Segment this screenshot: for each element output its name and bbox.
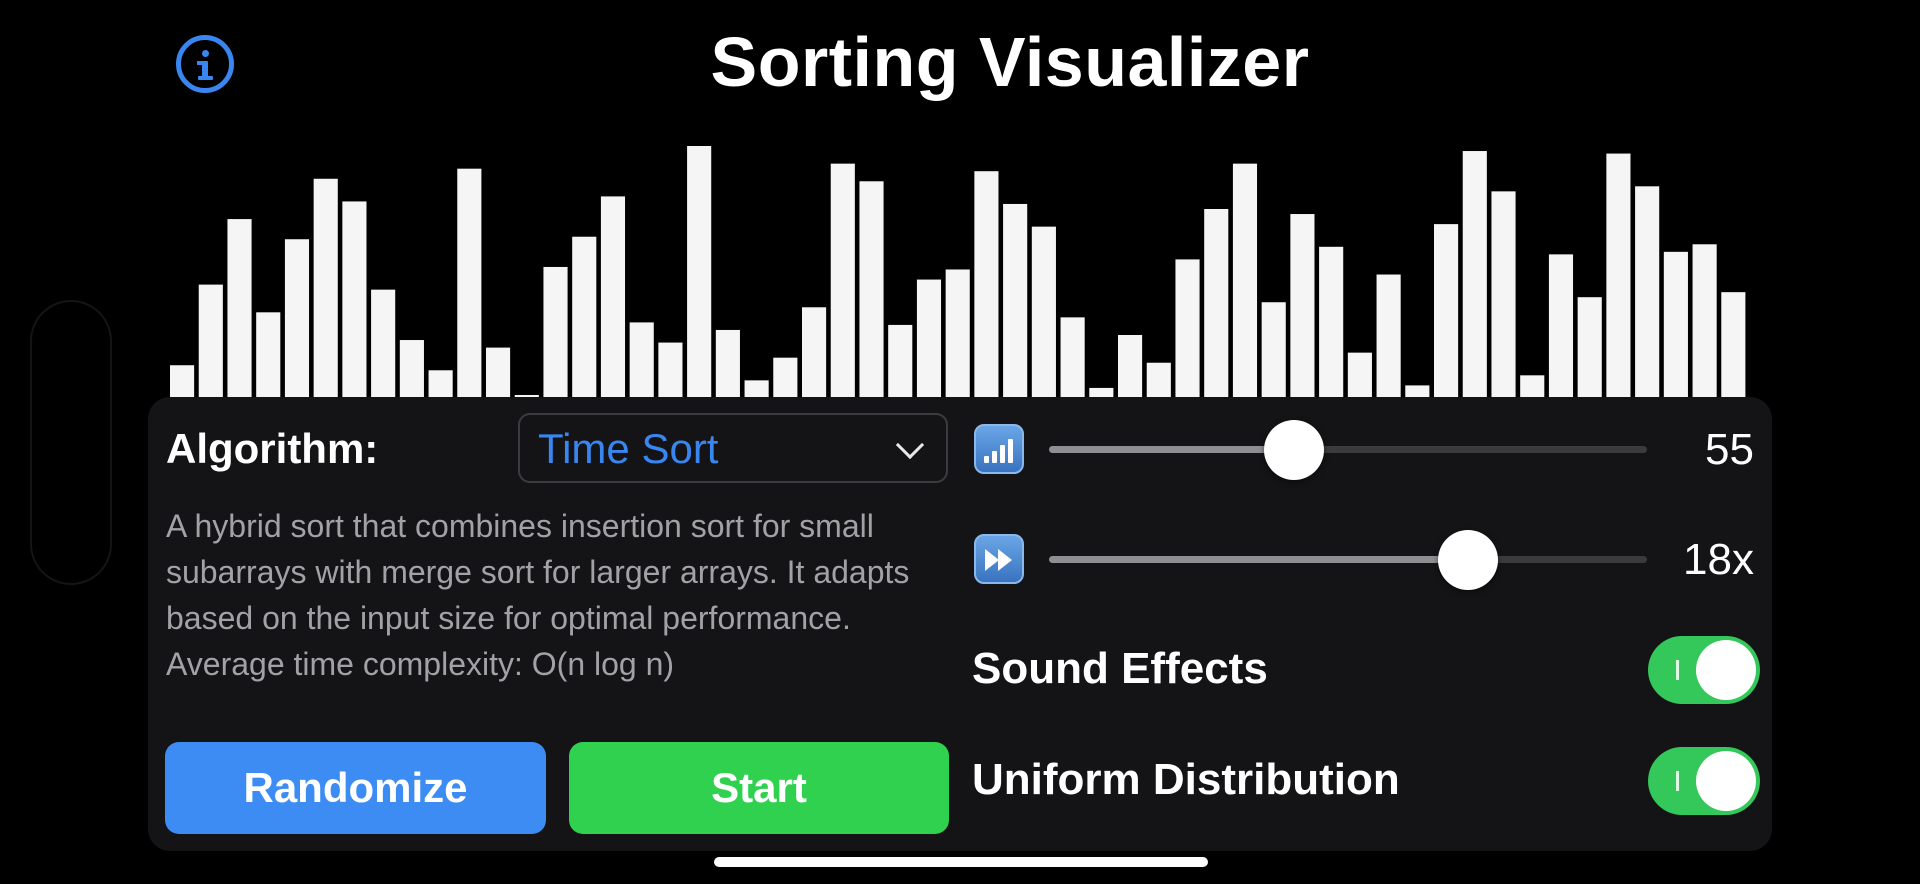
- array-bar: [1692, 244, 1717, 398]
- array-bar: [256, 312, 281, 398]
- uniform-distribution-label: Uniform Distribution: [972, 755, 1400, 804]
- array-bar: [1606, 153, 1631, 398]
- array-bar: [1118, 335, 1143, 398]
- randomize-button[interactable]: Randomize: [165, 742, 546, 834]
- algorithm-selected-value: Time Sort: [538, 425, 719, 472]
- array-bar: [371, 289, 396, 398]
- array-bar: [945, 269, 970, 398]
- array-bar: [1635, 186, 1660, 398]
- array-bar: [773, 357, 798, 398]
- array-bar: [916, 279, 942, 398]
- algorithm-label: Algorithm:: [166, 425, 379, 472]
- array-bar: [198, 284, 223, 398]
- array-bar: [486, 347, 511, 398]
- array-bar: [428, 370, 453, 398]
- size-value: 55: [1705, 425, 1754, 474]
- array-bar: [1434, 224, 1459, 398]
- array-bar: [888, 324, 913, 398]
- array-bar: [974, 171, 999, 398]
- array-bar: [600, 196, 626, 398]
- fast-forward-icon: [974, 534, 1024, 584]
- speed-slider-fill: [1049, 556, 1468, 563]
- array-bar: [802, 307, 827, 398]
- array-bar: [1290, 214, 1315, 398]
- size-slider[interactable]: [1049, 420, 1647, 480]
- array-bar: [457, 168, 482, 398]
- start-button[interactable]: Start: [569, 742, 949, 834]
- array-bar: [658, 342, 683, 398]
- array-bar: [1175, 259, 1200, 398]
- array-bar: [1577, 297, 1602, 398]
- array-bar: [284, 239, 310, 398]
- array-bar: [1347, 352, 1372, 398]
- array-bar: [342, 201, 367, 398]
- side-handle: [30, 300, 112, 585]
- array-bar: [1031, 226, 1056, 398]
- home-indicator: [714, 857, 1208, 867]
- array-bar: [687, 146, 712, 398]
- array-bar: [1721, 292, 1746, 398]
- array-bar: [859, 181, 884, 398]
- speed-value: 18x: [1683, 535, 1754, 584]
- page-title: Sorting Visualizer: [710, 23, 1310, 101]
- algorithm-description: A hybrid sort that combines insertion so…: [166, 508, 910, 682]
- array-bar: [572, 236, 597, 398]
- sound-effects-toggle[interactable]: [1648, 636, 1760, 704]
- array-bar: [313, 178, 338, 398]
- array-bar: [1003, 203, 1028, 398]
- array-bar: [744, 380, 769, 398]
- uniform-distribution-toggle[interactable]: [1648, 747, 1760, 815]
- algorithm-dropdown[interactable]: Time Sort: [518, 413, 948, 483]
- array-bar: [1204, 209, 1229, 398]
- array-bar: [1261, 302, 1286, 398]
- size-slider-thumb[interactable]: [1264, 420, 1325, 480]
- array-bar: [629, 322, 654, 398]
- array-bar: [1462, 151, 1487, 398]
- toggle-knob: [1696, 751, 1756, 811]
- speed-slider[interactable]: [1049, 530, 1647, 590]
- signal-bars-icon: [974, 424, 1024, 474]
- speed-slider-thumb[interactable]: [1437, 530, 1498, 590]
- array-bar: [830, 163, 855, 398]
- array-bar: [715, 329, 740, 398]
- array-bar: [1491, 191, 1516, 398]
- array-bar: [543, 266, 568, 398]
- array-bar: [227, 219, 252, 398]
- array-bar: [170, 365, 195, 398]
- array-bar: [1376, 274, 1401, 398]
- array-bar: [399, 340, 424, 398]
- array-bar: [1520, 375, 1545, 398]
- array-bar: [1548, 254, 1574, 398]
- array-bars-chart: [170, 146, 1746, 398]
- toggle-knob: [1696, 640, 1756, 700]
- array-bar: [1146, 362, 1171, 398]
- chevron-down-icon: [895, 430, 925, 460]
- array-bar: [1663, 251, 1688, 398]
- size-slider-fill: [1049, 446, 1295, 453]
- array-bar: [1232, 163, 1258, 398]
- array-bar: [1060, 317, 1085, 398]
- array-bar: [1319, 246, 1344, 398]
- sound-effects-label: Sound Effects: [972, 644, 1268, 693]
